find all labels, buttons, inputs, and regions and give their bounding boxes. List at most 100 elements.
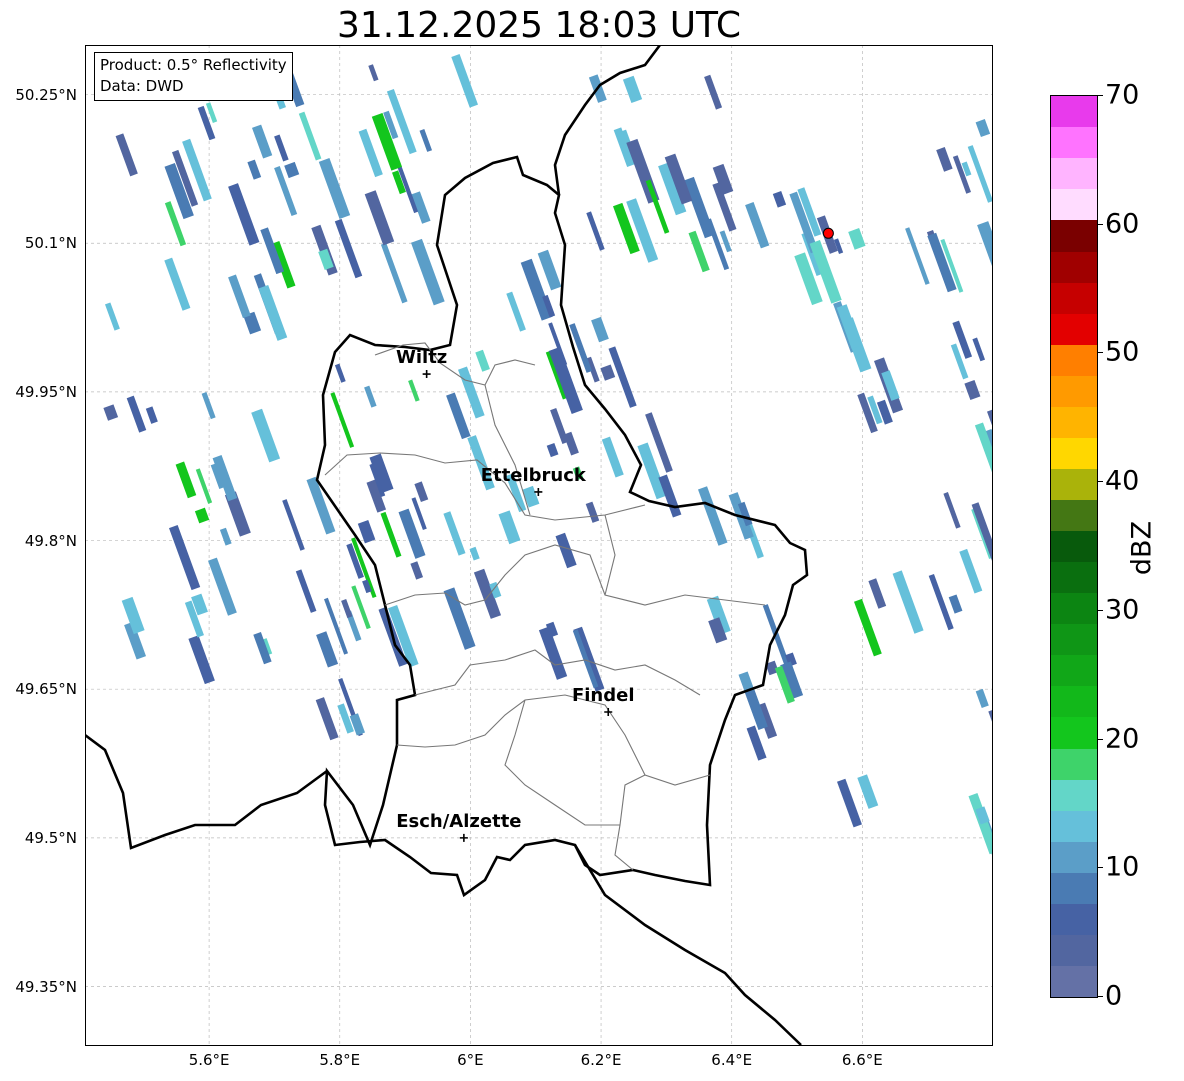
y-tick-label: 49.65°N <box>15 680 77 699</box>
colorbar-swatch <box>1051 468 1097 500</box>
echo-cell <box>892 570 924 634</box>
colorbar-swatch <box>1051 437 1097 469</box>
echo-cell <box>698 486 728 546</box>
colorbar-tick-label: 20 <box>1105 723 1140 755</box>
colorbar-tick <box>1097 609 1103 611</box>
y-tick-label: 49.5°N <box>24 828 77 847</box>
echo-cell <box>252 124 273 159</box>
echo-cell <box>104 302 120 331</box>
colorbar-swatch <box>1051 406 1097 438</box>
echo-cell <box>975 688 989 709</box>
echo-cell <box>251 408 281 463</box>
echo-cell <box>103 404 119 421</box>
echo-cell <box>364 190 395 246</box>
echo-cell <box>905 227 930 285</box>
canton-border <box>396 694 711 786</box>
echo-cell <box>586 211 605 251</box>
colorbar-swatch <box>1051 282 1097 314</box>
city-marker <box>422 370 431 379</box>
colorbar-swatch <box>1051 624 1097 656</box>
radar-echoes <box>103 53 993 858</box>
echo-cell <box>364 385 377 408</box>
colorbar-swatch <box>1051 779 1097 811</box>
colorbar-swatch <box>1051 127 1097 159</box>
colorbar-tick-label: 50 <box>1105 336 1140 368</box>
echo-cell <box>380 242 408 304</box>
colorbar-swatch <box>1051 562 1097 594</box>
colorbar-swatch <box>1051 189 1097 221</box>
canton-border <box>504 699 646 826</box>
echo-cell <box>972 337 986 362</box>
colorbar-swatch <box>1051 220 1097 252</box>
echo-cell <box>194 507 210 524</box>
y-tick-label: 50.25°N <box>15 85 77 104</box>
echo-cell <box>274 134 289 162</box>
echo-cell <box>334 218 363 279</box>
echo-cell <box>548 346 583 414</box>
echo-cell <box>964 379 981 401</box>
echo-cell <box>959 548 983 594</box>
colorbar-swatch <box>1051 717 1097 749</box>
x-tick-label: 5.6°E <box>188 1051 230 1069</box>
colorbar <box>1050 95 1098 998</box>
echo-cell <box>772 190 787 208</box>
city-marker <box>459 833 468 842</box>
city-label: Findel <box>571 685 635 706</box>
echo-cell <box>601 436 624 478</box>
product-label: Product: 0.5° Reflectivity <box>100 56 287 74</box>
echo-cell <box>168 524 201 591</box>
echo-cell <box>188 635 215 685</box>
echo-cell <box>330 392 355 448</box>
echo-cell <box>868 578 887 609</box>
echo-cell <box>928 573 954 631</box>
echo-cell <box>341 599 353 619</box>
echo-cell <box>282 499 305 551</box>
colorbar-swatch <box>1051 934 1097 966</box>
x-tick-label: 6.6°E <box>841 1051 883 1069</box>
echo-cell <box>298 111 322 161</box>
city-label: Wiltz <box>396 347 448 369</box>
y-tick-label: 49.8°N <box>24 531 77 550</box>
city-label: Esch/Alzette <box>396 810 522 832</box>
city-label: Ettelbruck <box>480 464 586 486</box>
colorbar-swatch <box>1051 593 1097 625</box>
echo-cell <box>334 363 346 383</box>
canton-border <box>384 544 766 606</box>
map-markers <box>422 227 834 842</box>
echo-cell <box>115 133 138 177</box>
colorbar-tick <box>1097 223 1103 225</box>
echo-cell <box>318 158 351 219</box>
colorbar-tick-label: 40 <box>1105 465 1140 497</box>
colorbar-swatch <box>1051 375 1097 407</box>
colorbar-swatch <box>1051 841 1097 873</box>
colorbar-tick <box>1097 996 1103 997</box>
x-tick-label: 6.2°E <box>580 1051 622 1069</box>
colorbar-swatch <box>1051 686 1097 718</box>
info-box: Product: 0.5° Reflectivity Data: DWD <box>94 52 293 101</box>
echo-cell <box>219 527 232 546</box>
echo-cell <box>537 249 562 291</box>
colorbar-label: dBZ <box>1126 520 1158 576</box>
echo-cell <box>745 202 770 249</box>
radar-map[interactable] <box>85 45 993 1046</box>
echo-cell <box>446 392 471 440</box>
colorbar-tick <box>1097 95 1103 96</box>
echo-cell <box>295 569 317 613</box>
echo-cell <box>316 631 339 668</box>
canton-border <box>604 514 616 596</box>
colorbar-swatch <box>1051 531 1097 563</box>
colorbar-swatch <box>1051 344 1097 376</box>
echo-cell <box>349 713 366 736</box>
echo-cell <box>380 511 402 558</box>
echo-cell <box>591 316 609 343</box>
colorbar-swatch <box>1051 748 1097 780</box>
echo-cell <box>546 443 559 458</box>
echo-cell <box>258 284 288 341</box>
echo-cell <box>746 725 767 761</box>
echo-cell <box>857 774 879 809</box>
colorbar-swatch <box>1051 158 1097 190</box>
echo-cell <box>201 391 216 420</box>
echo-cell <box>645 179 670 234</box>
echo-cell <box>247 159 262 180</box>
colorbar-tick-label: 70 <box>1105 79 1140 111</box>
